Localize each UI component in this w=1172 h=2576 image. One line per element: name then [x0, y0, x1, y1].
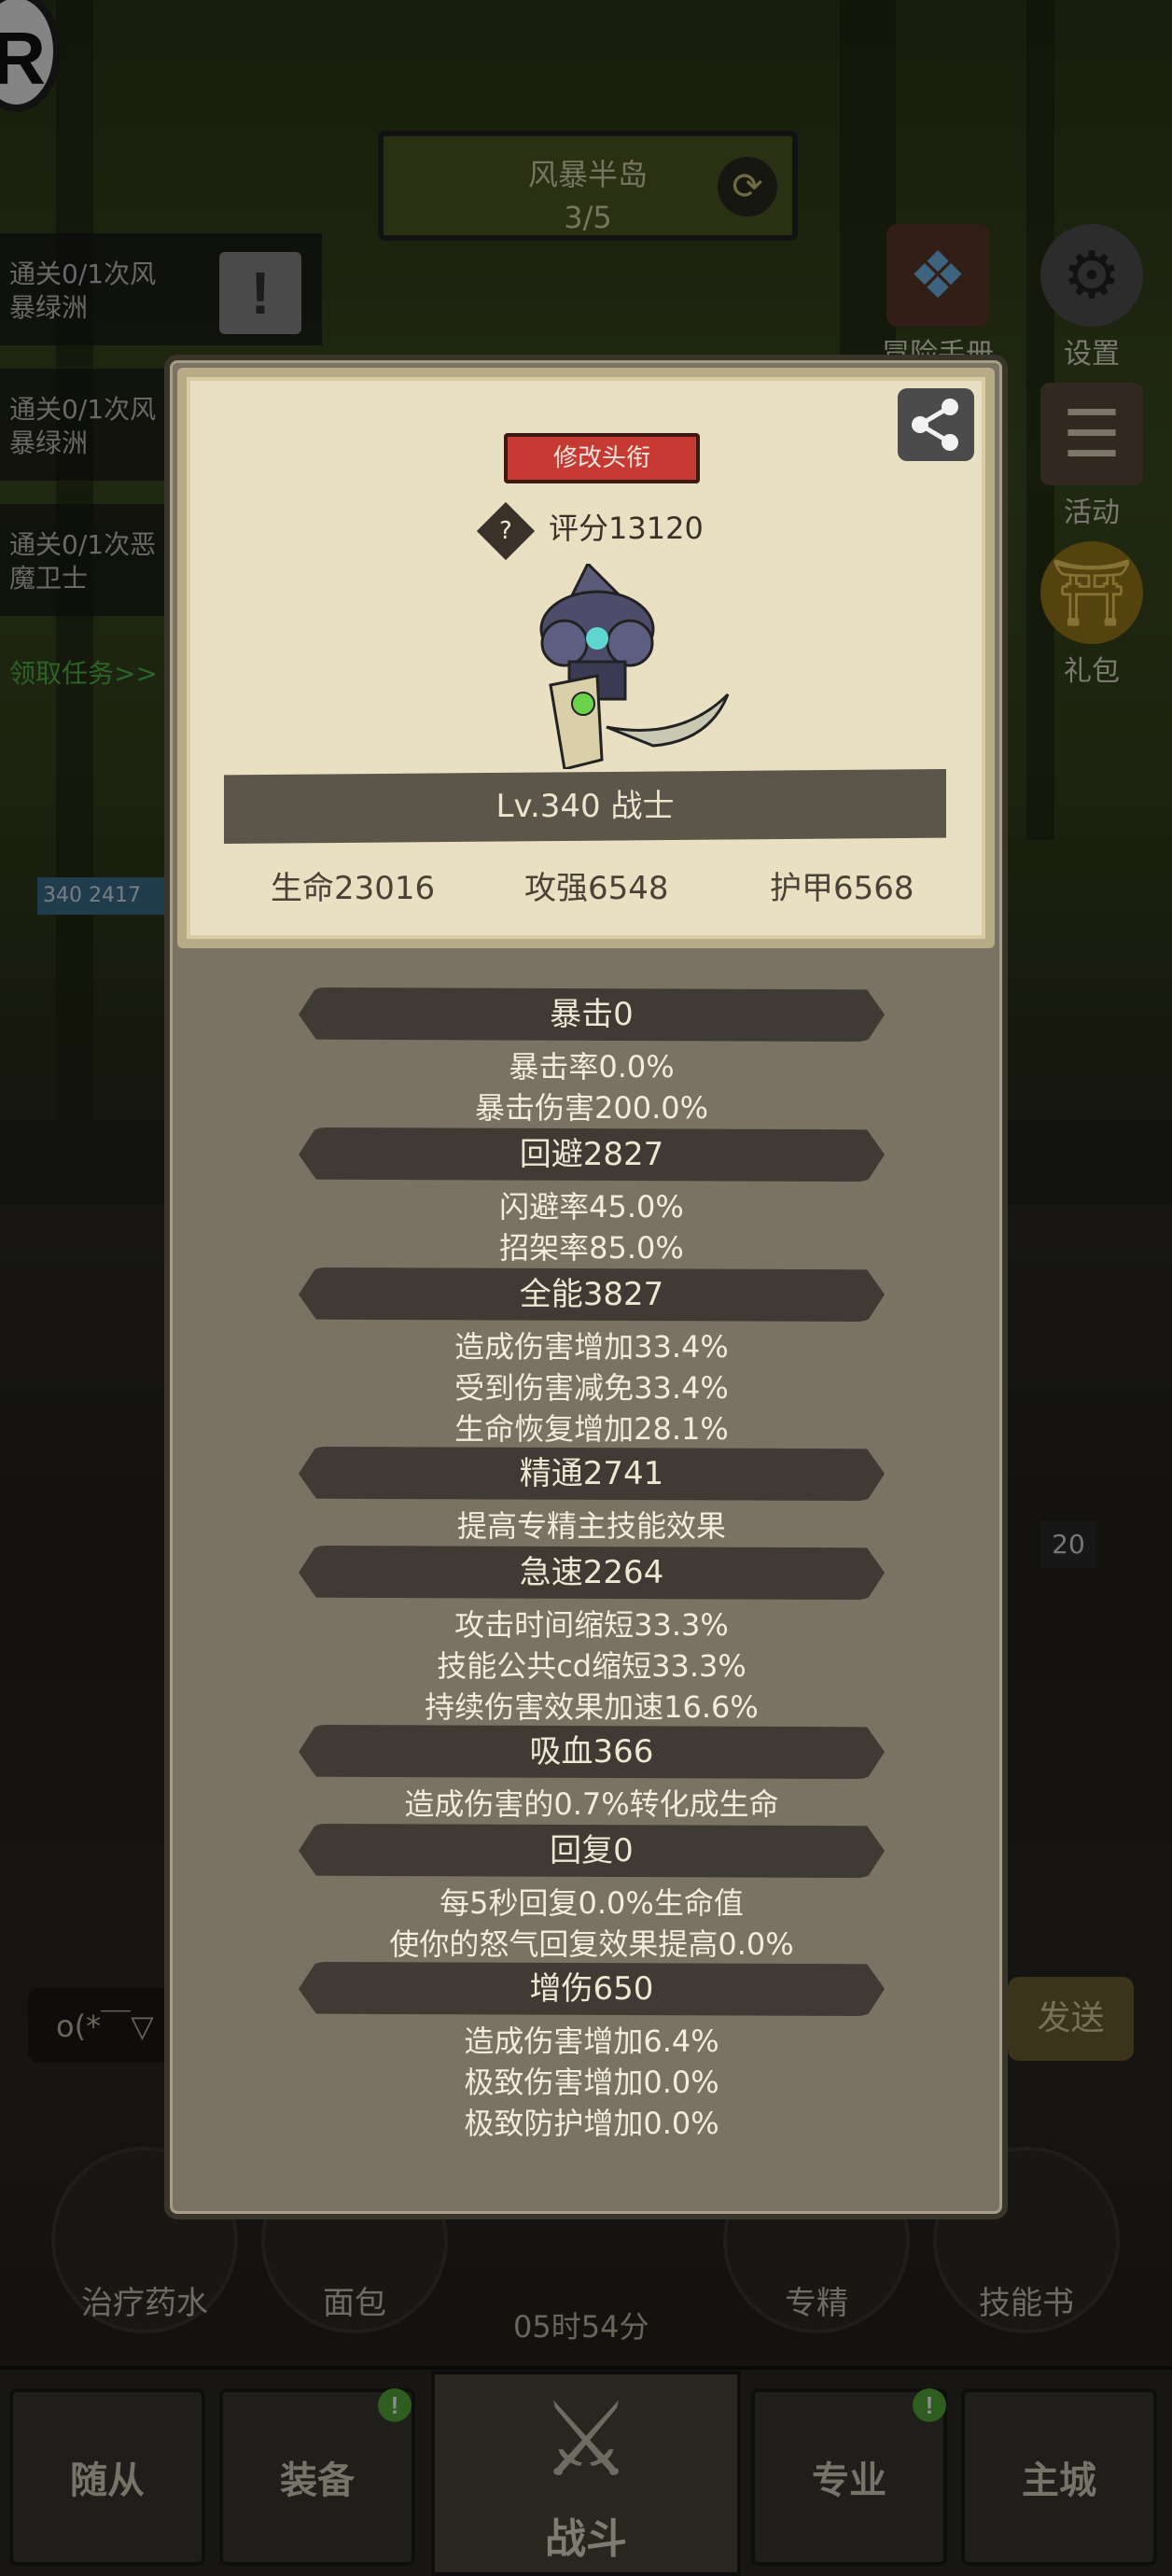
attr-line: 闪避率45.0% — [499, 1189, 684, 1225]
attr-line: 使你的怒气回复效果提高0.0% — [389, 1926, 794, 1962]
attr-header-mastery: 精通2741 — [299, 1447, 885, 1501]
attr-header-haste: 急速2264 — [299, 1546, 885, 1600]
help-icon[interactable]: ? — [476, 501, 536, 561]
stat-hp: 生命23016 — [271, 870, 436, 907]
level-class-bar: Lv.340 战士 — [224, 769, 946, 844]
attr-line: 造成伤害的0.7%转化成生命 — [404, 1786, 779, 1822]
attr-line: 持续伤害效果加速16.6% — [425, 1689, 759, 1725]
attr-line: 受到伤害减免33.4% — [454, 1370, 729, 1406]
edit-title-button[interactable]: 修改头衔 — [504, 433, 700, 483]
attr-header-crit: 暴击0 — [299, 987, 885, 1042]
stat-armor: 护甲6568 — [770, 870, 914, 907]
attr-header-dmg-bonus: 增伤650 — [299, 1962, 885, 2016]
attr-line: 招架率85.0% — [499, 1230, 684, 1266]
stat-attack: 攻强6548 — [524, 870, 669, 907]
attr-line: 造成伤害增加33.4% — [454, 1329, 729, 1365]
attr-line: 极致防护增加0.0% — [464, 2106, 719, 2141]
attr-line: 极致伤害增加0.0% — [464, 2065, 719, 2100]
attr-line: 暴击伤害200.0% — [474, 1090, 709, 1126]
character-avatar — [495, 561, 746, 771]
score-row: ? 评分13120 — [476, 501, 704, 561]
attr-header-versatility: 全能3827 — [299, 1267, 885, 1322]
profile-card: 修改头衔 ? 评分13120 Lv.340 战士 生命23016 攻强6548 … — [177, 368, 995, 948]
attr-line: 生命恢复增加28.1% — [454, 1411, 729, 1447]
share-icon[interactable] — [898, 388, 974, 461]
attr-line: 造成伤害增加6.4% — [464, 2023, 719, 2059]
attr-line: 提高专精主技能效果 — [456, 1508, 726, 1544]
score-text: 评分13120 — [549, 511, 704, 546]
attr-line: 暴击率0.0% — [509, 1049, 675, 1085]
attr-header-avoid: 回避2827 — [299, 1127, 885, 1182]
attr-line: 技能公共cd缩短33.3% — [437, 1648, 746, 1684]
attr-line: 每5秒回复0.0%生命值 — [440, 1885, 744, 1921]
attr-header-lifesteal: 吸血366 — [299, 1725, 885, 1779]
attr-header-regen: 回复0 — [299, 1824, 885, 1878]
character-profile-modal: 修改头衔 ? 评分13120 Lv.340 战士 生命23016 攻强6548 … — [164, 355, 1008, 2219]
attr-line: 攻击时间缩短33.3% — [454, 1607, 729, 1643]
